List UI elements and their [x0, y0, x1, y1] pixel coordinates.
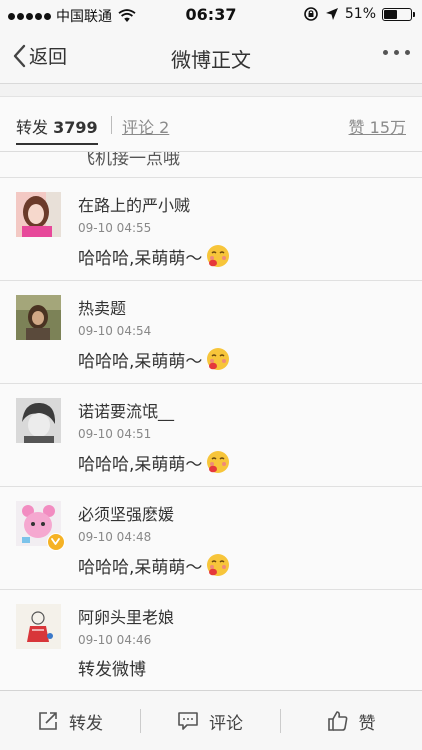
page-title: 微博正文: [171, 48, 251, 72]
repost-text: 哈哈哈,呆萌萌～: [78, 454, 203, 475]
bottom-toolbar: 转发 评论 赞: [0, 690, 422, 750]
repost-content: 哈哈哈,呆萌萌～: [78, 346, 231, 372]
user-name[interactable]: 热卖题: [78, 295, 126, 319]
avatar[interactable]: [16, 295, 61, 340]
user-name[interactable]: 在路上的严小贼: [78, 192, 190, 216]
battery-percent: 51%: [344, 6, 376, 22]
repost-content: 转发微博: [78, 655, 146, 680]
tab-reposts-count: 3799: [53, 118, 98, 137]
more-options-button[interactable]: [383, 50, 410, 55]
like-button[interactable]: 赞: [280, 691, 422, 750]
avatar[interactable]: [16, 398, 61, 443]
comment-button[interactable]: 评论: [140, 691, 280, 750]
more-dot-icon: [394, 50, 399, 55]
thumbs-up-icon: [327, 711, 347, 731]
avatar[interactable]: [16, 192, 61, 237]
timestamp: 09-10 04:51: [78, 427, 152, 441]
list-item[interactable]: 阿卵头里老娘 09-10 04:46 转发微博: [0, 590, 422, 690]
repost-text: 飞机接一点哦: [78, 152, 180, 169]
repost-text: 哈哈哈,呆萌萌～: [78, 351, 203, 372]
comment-button-label: 评论: [209, 713, 243, 734]
tab-comments[interactable]: 评论 2: [122, 114, 169, 138]
repost-text: 哈哈哈,呆萌萌～: [78, 557, 203, 578]
timestamp: 09-10 04:46: [78, 633, 152, 647]
list-item[interactable]: 在路上的严小贼 09-10 04:55 哈哈哈,呆萌萌～: [0, 178, 422, 281]
location-arrow-icon: [325, 8, 338, 20]
list-item[interactable]: 诺诺要流氓__ 09-10 04:51 哈哈哈,呆萌萌～: [0, 384, 422, 487]
repost-button-label: 转发: [69, 713, 103, 734]
repost-text: 转发微博: [78, 660, 146, 680]
tab-divider: [111, 116, 112, 134]
list-item[interactable]: 必须坚强麽媛 09-10 04:48 哈哈哈,呆萌萌～: [0, 487, 422, 590]
more-dot-icon: [383, 50, 388, 55]
timestamp: 09-10 04:48: [78, 530, 152, 544]
user-name[interactable]: 阿卵头里老娘: [78, 604, 174, 628]
rotation-lock-icon: [304, 7, 318, 21]
repost-list[interactable]: 飞机接一点哦 在路上的严小贼 09-10 04:55 哈哈哈,呆萌萌～ 热卖题 …: [0, 152, 422, 690]
timestamp: 09-10 04:54: [78, 324, 152, 338]
cute-face-emoji-icon: [207, 451, 230, 473]
avatar[interactable]: [16, 604, 61, 649]
list-item[interactable]: 热卖题 09-10 04:54 哈哈哈,呆萌萌～: [0, 281, 422, 384]
repost-text: 哈哈哈,呆萌萌～: [78, 248, 203, 269]
cute-face-emoji-icon: [207, 554, 230, 576]
user-name[interactable]: 必须坚强麽媛: [78, 501, 174, 525]
tab-reposts[interactable]: 转发 3799: [16, 114, 98, 145]
navigation-bar: 返回 微博正文: [0, 30, 422, 84]
repost-content: 哈哈哈,呆萌萌～: [78, 243, 231, 269]
user-name[interactable]: 诺诺要流氓__: [78, 398, 174, 422]
tab-likes[interactable]: 赞 15万: [349, 114, 406, 138]
verified-badge-icon: [47, 533, 65, 551]
timestamp: 09-10 04:55: [78, 221, 152, 235]
tab-reposts-label: 转发: [16, 118, 49, 137]
repost-content: 哈哈哈,呆萌萌～: [78, 449, 231, 475]
tabs-bar: 转发 3799 评论 2 赞 15万: [0, 96, 422, 152]
more-dot-icon: [405, 50, 410, 55]
list-item-partial[interactable]: 飞机接一点哦: [0, 152, 422, 178]
like-button-label: 赞: [358, 713, 376, 734]
active-tab-indicator: [16, 143, 98, 145]
comment-icon: [178, 712, 198, 730]
status-bar: 中国联通 06:37 51%: [0, 0, 422, 30]
repost-button[interactable]: 转发: [0, 691, 140, 750]
battery-icon: [382, 7, 415, 21]
cute-face-emoji-icon: [207, 348, 230, 370]
share-icon: [39, 712, 57, 730]
cute-face-emoji-icon: [207, 245, 230, 267]
repost-content: 哈哈哈,呆萌萌～: [78, 552, 231, 578]
